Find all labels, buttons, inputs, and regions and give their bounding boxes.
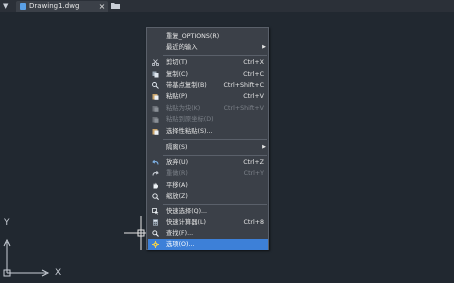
menu-item-label: 快速选择(Q)... <box>166 208 208 215</box>
ucs-axis-icon <box>3 238 50 277</box>
paste-orig-icon <box>152 117 159 123</box>
menu-item-label: 粘贴(P) <box>166 93 188 100</box>
menu-item-zoom[interactable]: 缩放(Z) <box>148 191 268 202</box>
ucs-y-label: Y <box>4 218 10 228</box>
menu-item-label: 带基点复制(B) <box>166 82 207 89</box>
menu-item-undo[interactable]: 放弃(U) Ctrl+Z <box>148 157 268 168</box>
find-icon <box>152 230 159 237</box>
context-menu: 重复_OPTIONS(R) 最近的输入 ▶ 剪切(T) Ctrl+X 复制(C)… <box>146 27 269 250</box>
menu-item-copy[interactable]: 复制(C) Ctrl+C <box>148 69 268 80</box>
menu-separator <box>163 204 267 205</box>
open-folder-icon[interactable] <box>111 2 120 9</box>
paste-block-icon <box>152 106 159 112</box>
menu-separator <box>163 55 267 56</box>
menu-item-repeat-options[interactable]: 重复_OPTIONS(R) <box>148 31 268 42</box>
menu-item-paste-original-coords: 粘贴到原坐标(D) <box>148 114 268 125</box>
menu-item-shortcut: Ctrl+V <box>243 93 264 100</box>
tab-drawing1[interactable]: Drawing1.dwg × <box>16 1 108 12</box>
menu-item-options[interactable]: 选项(O)... <box>148 239 268 250</box>
paste-icon <box>152 94 159 100</box>
menu-item-redo: 重做(R) Ctrl+Y <box>148 168 268 179</box>
undo-icon <box>152 159 159 165</box>
menu-item-shortcut: Ctrl+Shift+C <box>223 82 264 89</box>
menu-item-label: 选项(O)... <box>166 241 195 248</box>
menu-item-label: 放弃(U) <box>166 159 189 166</box>
calculator-icon <box>153 219 158 226</box>
submenu-arrow-icon: ▶ <box>262 44 266 50</box>
tab-close-icon[interactable]: × <box>98 1 106 12</box>
redo-icon <box>152 170 159 176</box>
menu-item-shortcut: Ctrl+X <box>243 59 264 66</box>
menu-item-paste-special[interactable]: 选择性粘贴(S)... <box>148 126 268 137</box>
menu-item-label: 复制(C) <box>166 71 188 78</box>
menu-item-shortcut: Ctrl+Shift+V <box>223 105 264 112</box>
options-gear-icon <box>152 241 159 248</box>
menu-item-quick-calculator[interactable]: 快速计算器(L) Ctrl+8 <box>148 217 268 228</box>
menu-item-label: 粘贴为块(K) <box>166 105 201 112</box>
menu-item-label: 重做(R) <box>166 170 188 177</box>
tab-label: Drawing1.dwg <box>29 2 80 10</box>
menu-item-shortcut: Ctrl+Y <box>243 170 264 177</box>
ucs-x-label: X <box>55 268 62 278</box>
menu-item-shortcut: Ctrl+8 <box>243 219 265 226</box>
zoom-icon <box>152 193 159 200</box>
menu-item-pan[interactable]: 平移(A) <box>148 180 268 191</box>
pan-icon <box>153 182 158 189</box>
copy-base-icon <box>152 82 159 89</box>
menu-separator <box>163 139 267 140</box>
menu-item-label: 缩放(Z) <box>166 193 188 200</box>
menu-item-label: 快速计算器(L) <box>166 219 206 226</box>
menu-item-label: 剪切(T) <box>166 59 188 66</box>
menu-item-recent-input[interactable]: 最近的输入 ▶ <box>148 42 268 53</box>
menu-item-paste[interactable]: 粘贴(P) Ctrl+V <box>148 91 268 102</box>
dwg-file-icon <box>20 3 26 10</box>
menu-item-label: 选择性粘贴(S)... <box>166 128 213 135</box>
submenu-arrow-icon: ▶ <box>262 144 266 150</box>
menu-separator <box>163 155 267 156</box>
paste-special-icon <box>152 129 159 135</box>
menu-item-find[interactable]: 查找(F)... <box>148 228 268 239</box>
copy-icon <box>152 71 159 78</box>
menu-item-label: 最近的输入 <box>166 44 198 51</box>
menu-item-copy-with-base[interactable]: 带基点复制(B) Ctrl+Shift+C <box>148 80 268 91</box>
menu-item-label: 查找(F)... <box>166 230 194 237</box>
menu-item-shortcut: Ctrl+C <box>243 71 264 78</box>
menu-item-quick-select[interactable]: 快速选择(Q)... <box>148 206 268 217</box>
tab-menu-arrow-icon[interactable]: ▼ <box>3 2 11 10</box>
menu-item-label: 平移(A) <box>166 182 188 189</box>
menu-item-label: 粘贴到原坐标(D) <box>166 116 214 123</box>
menu-item-cut[interactable]: 剪切(T) Ctrl+X <box>148 57 268 68</box>
menu-item-paste-as-block: 粘贴为块(K) Ctrl+Shift+V <box>148 103 268 114</box>
document-tab-bar: ▼ Drawing1.dwg × <box>0 0 454 12</box>
menu-item-shortcut: Ctrl+Z <box>243 159 264 166</box>
menu-item-label: 重复_OPTIONS(R) <box>166 33 220 40</box>
quick-select-icon <box>152 208 159 215</box>
menu-item-label: 隔离(S) <box>166 144 188 151</box>
menu-item-isolate[interactable]: 隔离(S) ▶ <box>148 142 268 153</box>
scissors-icon <box>152 59 159 66</box>
